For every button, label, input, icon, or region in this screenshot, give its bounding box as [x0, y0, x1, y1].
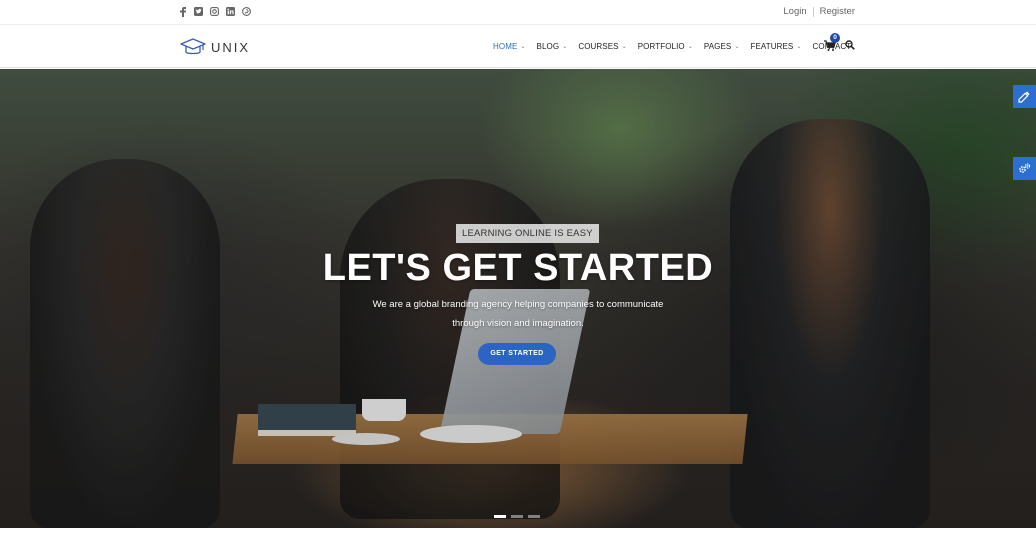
page-content-start	[0, 528, 1036, 544]
chevron-down-icon: ⌄	[687, 44, 693, 50]
nav-label: HOME	[493, 42, 518, 51]
logo-text: UNIX	[211, 39, 251, 55]
nav-label: BLOG	[536, 42, 560, 51]
slide-dot[interactable]	[494, 515, 506, 518]
nav-label: PORTFOLIO	[637, 42, 685, 51]
slider-pagination	[494, 515, 540, 518]
get-started-button[interactable]: GET STARTED	[478, 343, 556, 365]
search-icon[interactable]	[845, 40, 855, 50]
settings-button[interactable]	[1013, 157, 1036, 180]
nav-label: FEATURES	[750, 42, 794, 51]
nav-blog[interactable]: BLOG ⌄	[537, 42, 568, 51]
nav-portfolio[interactable]: PORTFOLIO ⌄	[638, 42, 693, 51]
hero-subtext-line: through vision and imagination.	[452, 318, 584, 329]
main-header: UNIX HOME ⌄ BLOG ⌄ COURSES ⌄ PORTFOLIO ⌄ PAG…	[0, 25, 1036, 68]
nav-home[interactable]: HOME ⌄	[493, 42, 526, 51]
social-links	[178, 6, 251, 17]
logo[interactable]: UNIX	[180, 37, 250, 57]
graduation-cap-icon	[180, 38, 206, 55]
pinterest-icon[interactable]	[242, 6, 251, 17]
nav-courses[interactable]: COURSES ⌄	[578, 42, 626, 51]
settings-gears-icon	[1019, 163, 1031, 173]
nav-label: PAGES	[703, 42, 732, 51]
hero-subtext-line: We are a global branding agency helping …	[372, 299, 664, 310]
color-picker-icon	[1018, 91, 1030, 103]
chevron-down-icon: ⌄	[562, 44, 568, 50]
nav-features[interactable]: FEATURES ⌄	[750, 42, 801, 51]
nav-label: COURSES	[578, 42, 619, 51]
cart-count-badge: 0	[830, 33, 840, 43]
nav-pages[interactable]: PAGES ⌄	[704, 42, 740, 51]
top-bar: Login Register	[0, 0, 1036, 25]
slide-dot[interactable]	[528, 515, 540, 518]
facebook-icon[interactable]	[178, 6, 187, 17]
instagram-icon[interactable]	[210, 6, 219, 17]
hero-headline: LET'S GET STARTED	[322, 247, 714, 289]
divider	[812, 6, 814, 17]
chevron-down-icon: ⌄	[796, 44, 802, 50]
auth-links: Login Register	[783, 6, 855, 17]
login-link[interactable]: Login	[783, 6, 806, 17]
hero-subtext: We are a global branding agency helping …	[340, 295, 696, 333]
chevron-down-icon: ⌄	[520, 44, 526, 50]
hero-tagline: LEARNING ONLINE IS EASY	[456, 224, 599, 243]
color-picker-button[interactable]	[1013, 85, 1036, 108]
slide-dot[interactable]	[511, 515, 523, 518]
chevron-down-icon: ⌄	[621, 44, 627, 50]
linkedin-icon[interactable]	[226, 6, 235, 17]
chevron-down-icon: ⌄	[734, 44, 740, 50]
main-nav: HOME ⌄ BLOG ⌄ COURSES ⌄ PORTFOLIO ⌄ PAGES ⌄ F…	[493, 42, 862, 51]
twitter-icon[interactable]	[194, 6, 203, 17]
register-link[interactable]: Register	[820, 6, 855, 17]
hero-slider: LEARNING ONLINE IS EASY LET'S GET STARTE…	[0, 69, 1036, 528]
